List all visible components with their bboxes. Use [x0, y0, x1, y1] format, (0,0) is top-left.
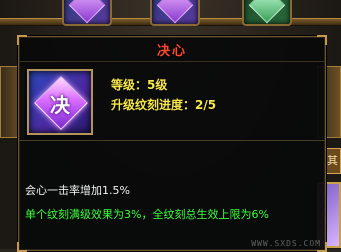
rune-gem-icon [248, 0, 286, 24]
tooltip-title: 决心 [156, 44, 187, 59]
rune-gem-icon [68, 0, 106, 24]
rune-tooltip: 决心 决 等级：5级 升级纹刻进度：2/5 会心一击率增加1.5% 单个纹刻满级… [17, 35, 327, 252]
rune-upgrade-progress: 升级纹刻进度：2/5 [111, 98, 217, 112]
rune-gem-icon [156, 0, 194, 24]
rune-level: 等级：5级 [111, 78, 168, 92]
rune-slot-3[interactable] [242, 0, 292, 26]
effect-bonus-description: 单个纹刻满级效果为3%，全纹刻总生效上限为6% [25, 208, 269, 221]
rune-slot-1[interactable] [62, 0, 112, 26]
rune-slot-2[interactable] [150, 0, 200, 26]
side-tab[interactable]: 其 [324, 148, 341, 174]
tooltip-corner [17, 242, 27, 252]
tooltip-title-bar: 决心 [19, 37, 325, 62]
effect-description: 会心一击率增加1.5% [25, 184, 130, 197]
tooltip-divider [19, 140, 325, 141]
rune-icon-frame: 决 [27, 69, 93, 135]
watermark: WWW.SXDS.COM [251, 239, 321, 248]
rune-glyph: 决 [50, 93, 70, 117]
